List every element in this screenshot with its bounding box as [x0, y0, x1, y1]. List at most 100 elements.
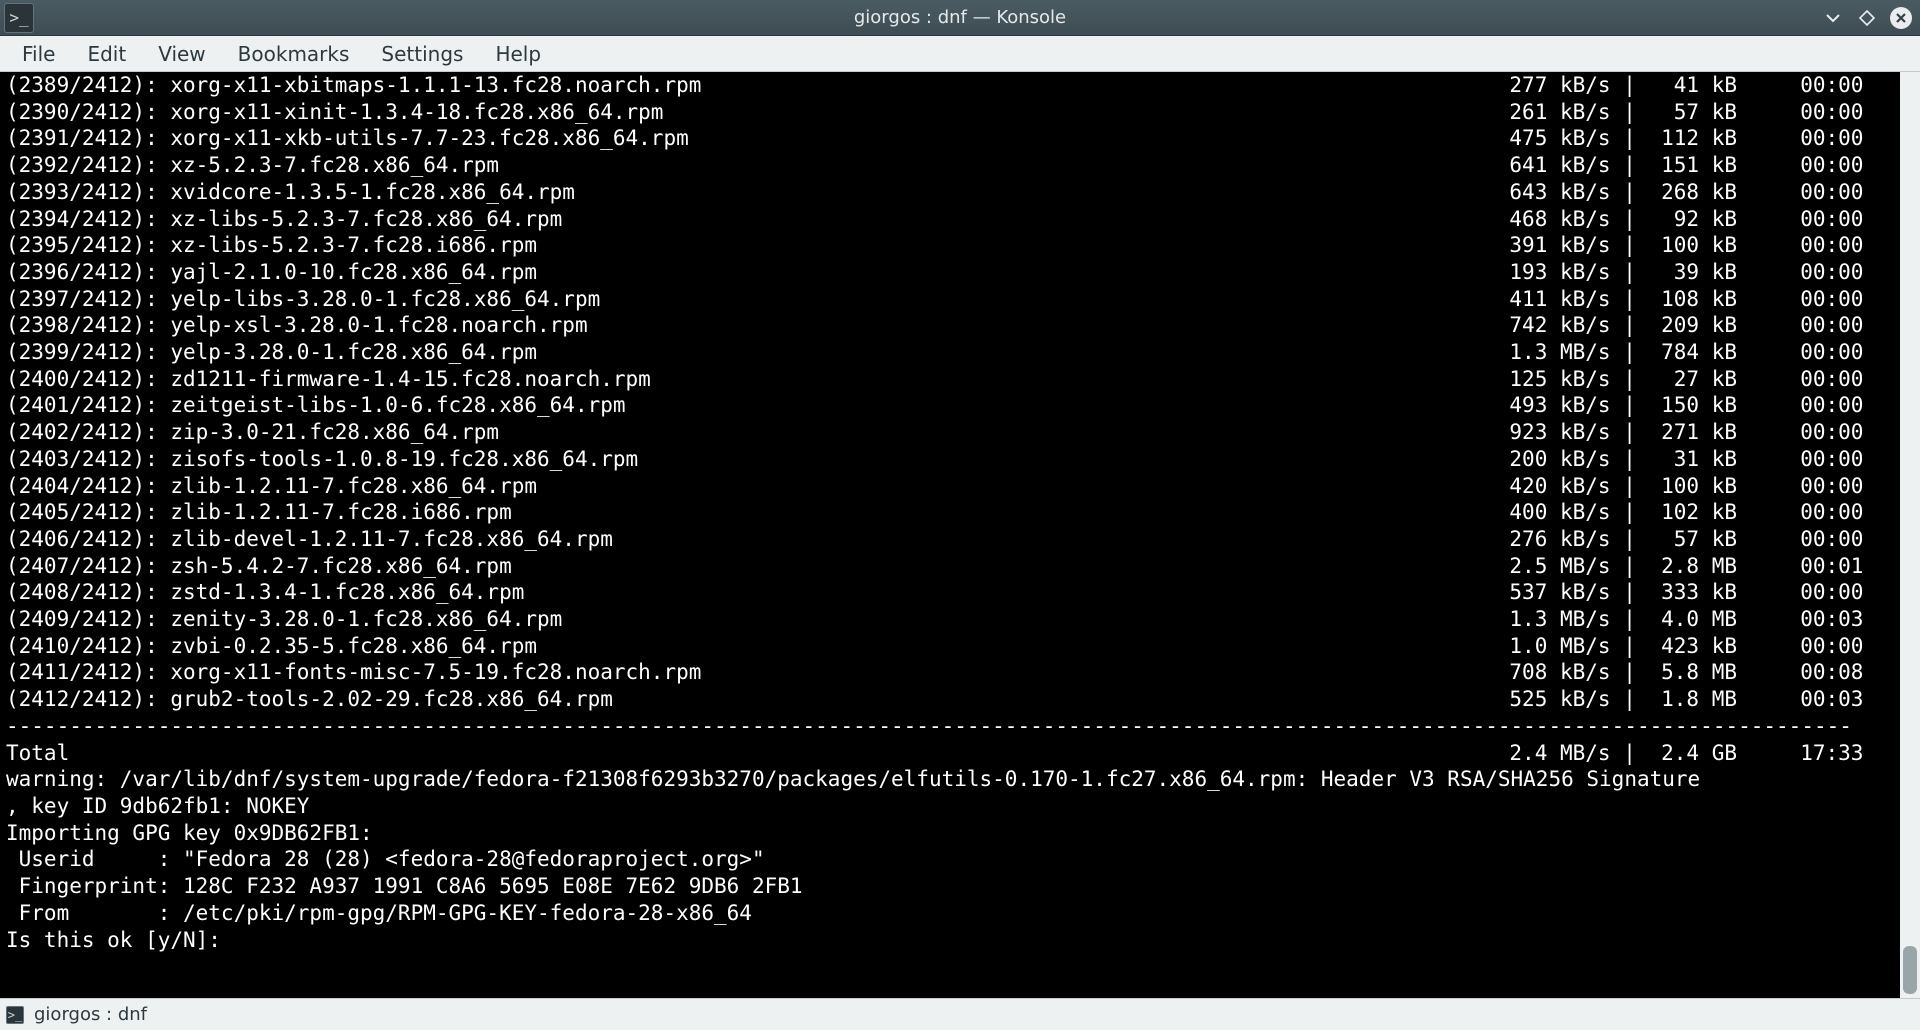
- download-row-left: (2412/2412): grub2-tools-2.02-29.fc28.x8…: [6, 686, 613, 713]
- download-row-left: (2408/2412): zstd-1.3.4-1.fc28.x86_64.rp…: [6, 579, 524, 606]
- menu-help[interactable]: Help: [479, 38, 557, 70]
- download-row-right: 1.3 MB/s | 784 kB 00:00: [1497, 339, 1914, 366]
- download-row-left: (2403/2412): zisofs-tools-1.0.8-19.fc28.…: [6, 446, 638, 473]
- download-row-left: (2410/2412): zvbi-0.2.35-5.fc28.x86_64.r…: [6, 633, 537, 660]
- download-row-right: 261 kB/s | 57 kB 00:00: [1497, 99, 1914, 126]
- download-row-left: (2392/2412): xz-5.2.3-7.fc28.x86_64.rpm: [6, 152, 499, 179]
- download-row-right: 1.0 MB/s | 423 kB 00:00: [1497, 633, 1914, 660]
- total-label: Total: [6, 740, 69, 767]
- download-row: (2404/2412): zlib-1.2.11-7.fc28.x86_64.r…: [6, 473, 1914, 500]
- download-row: (2410/2412): zvbi-0.2.35-5.fc28.x86_64.r…: [6, 633, 1914, 660]
- download-row-left: (2402/2412): zip-3.0-21.fc28.x86_64.rpm: [6, 419, 499, 446]
- download-row: (2409/2412): zenity-3.28.0-1.fc28.x86_64…: [6, 606, 1914, 633]
- output-line: warning: /var/lib/dnf/system-upgrade/fed…: [6, 766, 1914, 793]
- download-row-right: 411 kB/s | 108 kB 00:00: [1497, 286, 1914, 313]
- download-row-right: 475 kB/s | 112 kB 00:00: [1497, 125, 1914, 152]
- separator-line: ----------------------------------------…: [6, 713, 1914, 740]
- download-row-left: (2400/2412): zd1211-firmware-1.4-15.fc28…: [6, 366, 651, 393]
- download-row-right: 643 kB/s | 268 kB 00:00: [1497, 179, 1914, 206]
- download-row-right: 2.5 MB/s | 2.8 MB 00:01: [1497, 553, 1914, 580]
- download-row-left: (2407/2412): zsh-5.4.2-7.fc28.x86_64.rpm: [6, 553, 512, 580]
- download-row-left: (2406/2412): zlib-devel-1.2.11-7.fc28.x8…: [6, 526, 613, 553]
- download-row: (2396/2412): yajl-2.1.0-10.fc28.x86_64.r…: [6, 259, 1914, 286]
- download-row-right: 200 kB/s | 31 kB 00:00: [1497, 446, 1914, 473]
- download-row: (2400/2412): zd1211-firmware-1.4-15.fc28…: [6, 366, 1914, 393]
- download-row: (2395/2412): xz-libs-5.2.3-7.fc28.i686.r…: [6, 232, 1914, 259]
- download-row: (2399/2412): yelp-3.28.0-1.fc28.x86_64.r…: [6, 339, 1914, 366]
- download-row-right: 525 kB/s | 1.8 MB 00:03: [1497, 686, 1914, 713]
- output-line: , key ID 9db62fb1: NOKEY: [6, 793, 1914, 820]
- download-row-left: (2399/2412): yelp-3.28.0-1.fc28.x86_64.r…: [6, 339, 537, 366]
- menu-file[interactable]: File: [6, 38, 71, 70]
- download-row: (2408/2412): zstd-1.3.4-1.fc28.x86_64.rp…: [6, 579, 1914, 606]
- menu-bookmarks[interactable]: Bookmarks: [222, 38, 366, 70]
- prompt-line[interactable]: Is this ok [y/N]:: [6, 927, 1914, 954]
- download-row-left: (2389/2412): xorg-x11-xbitmaps-1.1.1-13.…: [6, 72, 701, 99]
- download-row-right: 708 kB/s | 5.8 MB 00:08: [1497, 659, 1914, 686]
- download-row: (2389/2412): xorg-x11-xbitmaps-1.1.1-13.…: [6, 72, 1914, 99]
- download-row: (2407/2412): zsh-5.4.2-7.fc28.x86_64.rpm…: [6, 553, 1914, 580]
- download-row: (2394/2412): xz-libs-5.2.3-7.fc28.x86_64…: [6, 206, 1914, 233]
- menu-edit[interactable]: Edit: [71, 38, 142, 70]
- download-row: (2403/2412): zisofs-tools-1.0.8-19.fc28.…: [6, 446, 1914, 473]
- download-row-right: 277 kB/s | 41 kB 00:00: [1497, 72, 1914, 99]
- maximize-button[interactable]: [1856, 7, 1878, 29]
- output-line: From : /etc/pki/rpm-gpg/RPM-GPG-KEY-fedo…: [6, 900, 1914, 927]
- download-row: (2411/2412): xorg-x11-fonts-misc-7.5-19.…: [6, 659, 1914, 686]
- scrollbar[interactable]: [1900, 72, 1920, 998]
- minimize-button[interactable]: [1822, 7, 1844, 29]
- menu-view[interactable]: View: [142, 38, 221, 70]
- terminal-output[interactable]: (2389/2412): xorg-x11-xbitmaps-1.1.1-13.…: [0, 72, 1920, 953]
- download-row: (2398/2412): yelp-xsl-3.28.0-1.fc28.noar…: [6, 312, 1914, 339]
- download-row-right: 468 kB/s | 92 kB 00:00: [1497, 206, 1914, 233]
- output-line: Importing GPG key 0x9DB62FB1:: [6, 820, 1914, 847]
- download-row: (2412/2412): grub2-tools-2.02-29.fc28.x8…: [6, 686, 1914, 713]
- close-button[interactable]: [1890, 7, 1912, 29]
- download-row: (2393/2412): xvidcore-1.3.5-1.fc28.x86_6…: [6, 179, 1914, 206]
- download-row-left: (2398/2412): yelp-xsl-3.28.0-1.fc28.noar…: [6, 312, 588, 339]
- download-row-right: 493 kB/s | 150 kB 00:00: [1497, 392, 1914, 419]
- download-row-right: 420 kB/s | 100 kB 00:00: [1497, 473, 1914, 500]
- download-row-right: 742 kB/s | 209 kB 00:00: [1497, 312, 1914, 339]
- download-row-right: 193 kB/s | 39 kB 00:00: [1497, 259, 1914, 286]
- download-row: (2392/2412): xz-5.2.3-7.fc28.x86_64.rpm …: [6, 152, 1914, 179]
- menubar: File Edit View Bookmarks Settings Help: [0, 36, 1920, 72]
- download-row-right: 1.3 MB/s | 4.0 MB 00:03: [1497, 606, 1914, 633]
- download-row-left: (2396/2412): yajl-2.1.0-10.fc28.x86_64.r…: [6, 259, 537, 286]
- titlebar: >_ giorgos : dnf — Konsole: [0, 0, 1920, 36]
- download-row-left: (2391/2412): xorg-x11-xkb-utils-7.7-23.f…: [6, 125, 689, 152]
- download-row-left: (2390/2412): xorg-x11-xinit-1.3.4-18.fc2…: [6, 99, 663, 126]
- download-row-right: 537 kB/s | 333 kB 00:00: [1497, 579, 1914, 606]
- download-row-left: (2397/2412): yelp-libs-3.28.0-1.fc28.x86…: [6, 286, 600, 313]
- output-line: Userid : "Fedora 28 (28) <fedora-28@fedo…: [6, 846, 1914, 873]
- menu-settings[interactable]: Settings: [365, 38, 479, 70]
- download-row: (2406/2412): zlib-devel-1.2.11-7.fc28.x8…: [6, 526, 1914, 553]
- tabbar: >_ giorgos : dnf: [0, 998, 1920, 1030]
- output-line: Fingerprint: 128C F232 A937 1991 C8A6 56…: [6, 873, 1914, 900]
- download-row: (2390/2412): xorg-x11-xinit-1.3.4-18.fc2…: [6, 99, 1914, 126]
- total-right: 2.4 MB/s | 2.4 GB 17:33: [1497, 740, 1914, 767]
- download-row-left: (2405/2412): zlib-1.2.11-7.fc28.i686.rpm: [6, 499, 512, 526]
- download-row-left: (2393/2412): xvidcore-1.3.5-1.fc28.x86_6…: [6, 179, 575, 206]
- download-row-right: 125 kB/s | 27 kB 00:00: [1497, 366, 1914, 393]
- window-title: giorgos : dnf — Konsole: [854, 7, 1066, 28]
- total-row: Total 2.4 MB/s | 2.4 GB 17:33: [6, 740, 1914, 767]
- download-row-left: (2395/2412): xz-libs-5.2.3-7.fc28.i686.r…: [6, 232, 537, 259]
- download-row-left: (2394/2412): xz-libs-5.2.3-7.fc28.x86_64…: [6, 206, 562, 233]
- terminal-viewport[interactable]: (2389/2412): xorg-x11-xbitmaps-1.1.1-13.…: [0, 72, 1920, 998]
- download-row-left: (2409/2412): zenity-3.28.0-1.fc28.x86_64…: [6, 606, 562, 633]
- app-icon: >_: [4, 3, 34, 33]
- download-row: (2405/2412): zlib-1.2.11-7.fc28.i686.rpm…: [6, 499, 1914, 526]
- download-row-left: (2411/2412): xorg-x11-fonts-misc-7.5-19.…: [6, 659, 701, 686]
- download-row-left: (2401/2412): zeitgeist-libs-1.0-6.fc28.x…: [6, 392, 626, 419]
- download-row: (2391/2412): xorg-x11-xkb-utils-7.7-23.f…: [6, 125, 1914, 152]
- download-row: (2402/2412): zip-3.0-21.fc28.x86_64.rpm …: [6, 419, 1914, 446]
- download-row-left: (2404/2412): zlib-1.2.11-7.fc28.x86_64.r…: [6, 473, 537, 500]
- tab-konsole-icon: >_: [6, 1006, 24, 1024]
- download-row: (2401/2412): zeitgeist-libs-1.0-6.fc28.x…: [6, 392, 1914, 419]
- window-controls: [1822, 0, 1912, 35]
- download-row: (2397/2412): yelp-libs-3.28.0-1.fc28.x86…: [6, 286, 1914, 313]
- download-row-right: 391 kB/s | 100 kB 00:00: [1497, 232, 1914, 259]
- scrollbar-thumb[interactable]: [1903, 946, 1917, 994]
- tab-label[interactable]: giorgos : dnf: [34, 1004, 147, 1025]
